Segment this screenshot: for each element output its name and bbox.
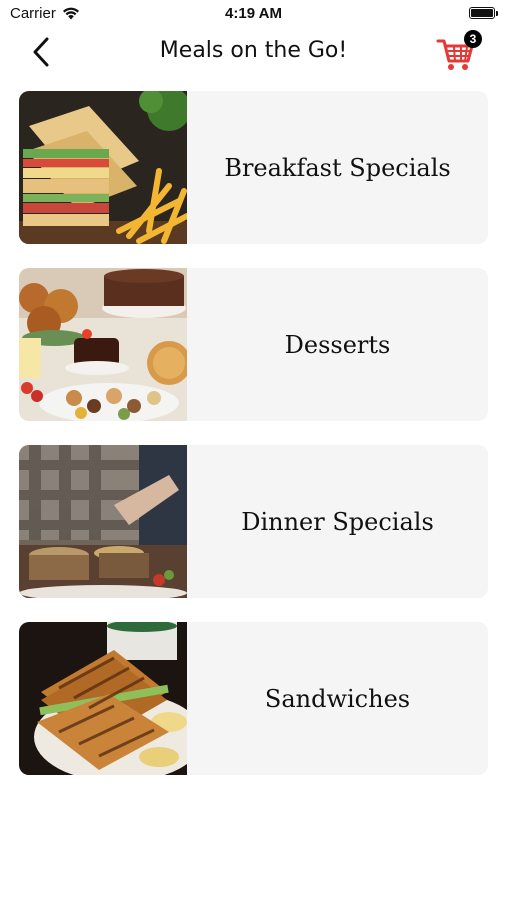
category-label: Breakfast Specials bbox=[224, 153, 451, 182]
category-label: Desserts bbox=[284, 330, 391, 359]
category-label: Dinner Specials bbox=[241, 507, 434, 536]
breakfast-specials-image bbox=[19, 91, 187, 244]
status-bar: Carrier 4:19 AM bbox=[0, 0, 507, 28]
category-card-desserts[interactable]: Desserts bbox=[19, 268, 488, 421]
navigation-bar: Meals on the Go! 3 bbox=[0, 28, 507, 76]
status-time: 4:19 AM bbox=[225, 5, 282, 22]
sandwiches-image bbox=[19, 622, 187, 775]
cart-button[interactable]: 3 bbox=[436, 30, 484, 72]
category-card-dinner-specials[interactable]: Dinner Specials bbox=[19, 445, 488, 598]
page-title: Meals on the Go! bbox=[159, 38, 348, 63]
dinner-specials-image bbox=[19, 445, 187, 598]
cart-count-badge: 3 bbox=[464, 30, 482, 48]
desserts-image bbox=[19, 268, 187, 421]
category-label: Sandwiches bbox=[264, 684, 411, 713]
battery-icon bbox=[469, 7, 498, 19]
category-list: Breakfast Specials Desserts Dinner Speci… bbox=[19, 91, 488, 799]
category-card-sandwiches[interactable]: Sandwiches bbox=[19, 622, 488, 775]
category-card-breakfast-specials[interactable]: Breakfast Specials bbox=[19, 91, 488, 244]
